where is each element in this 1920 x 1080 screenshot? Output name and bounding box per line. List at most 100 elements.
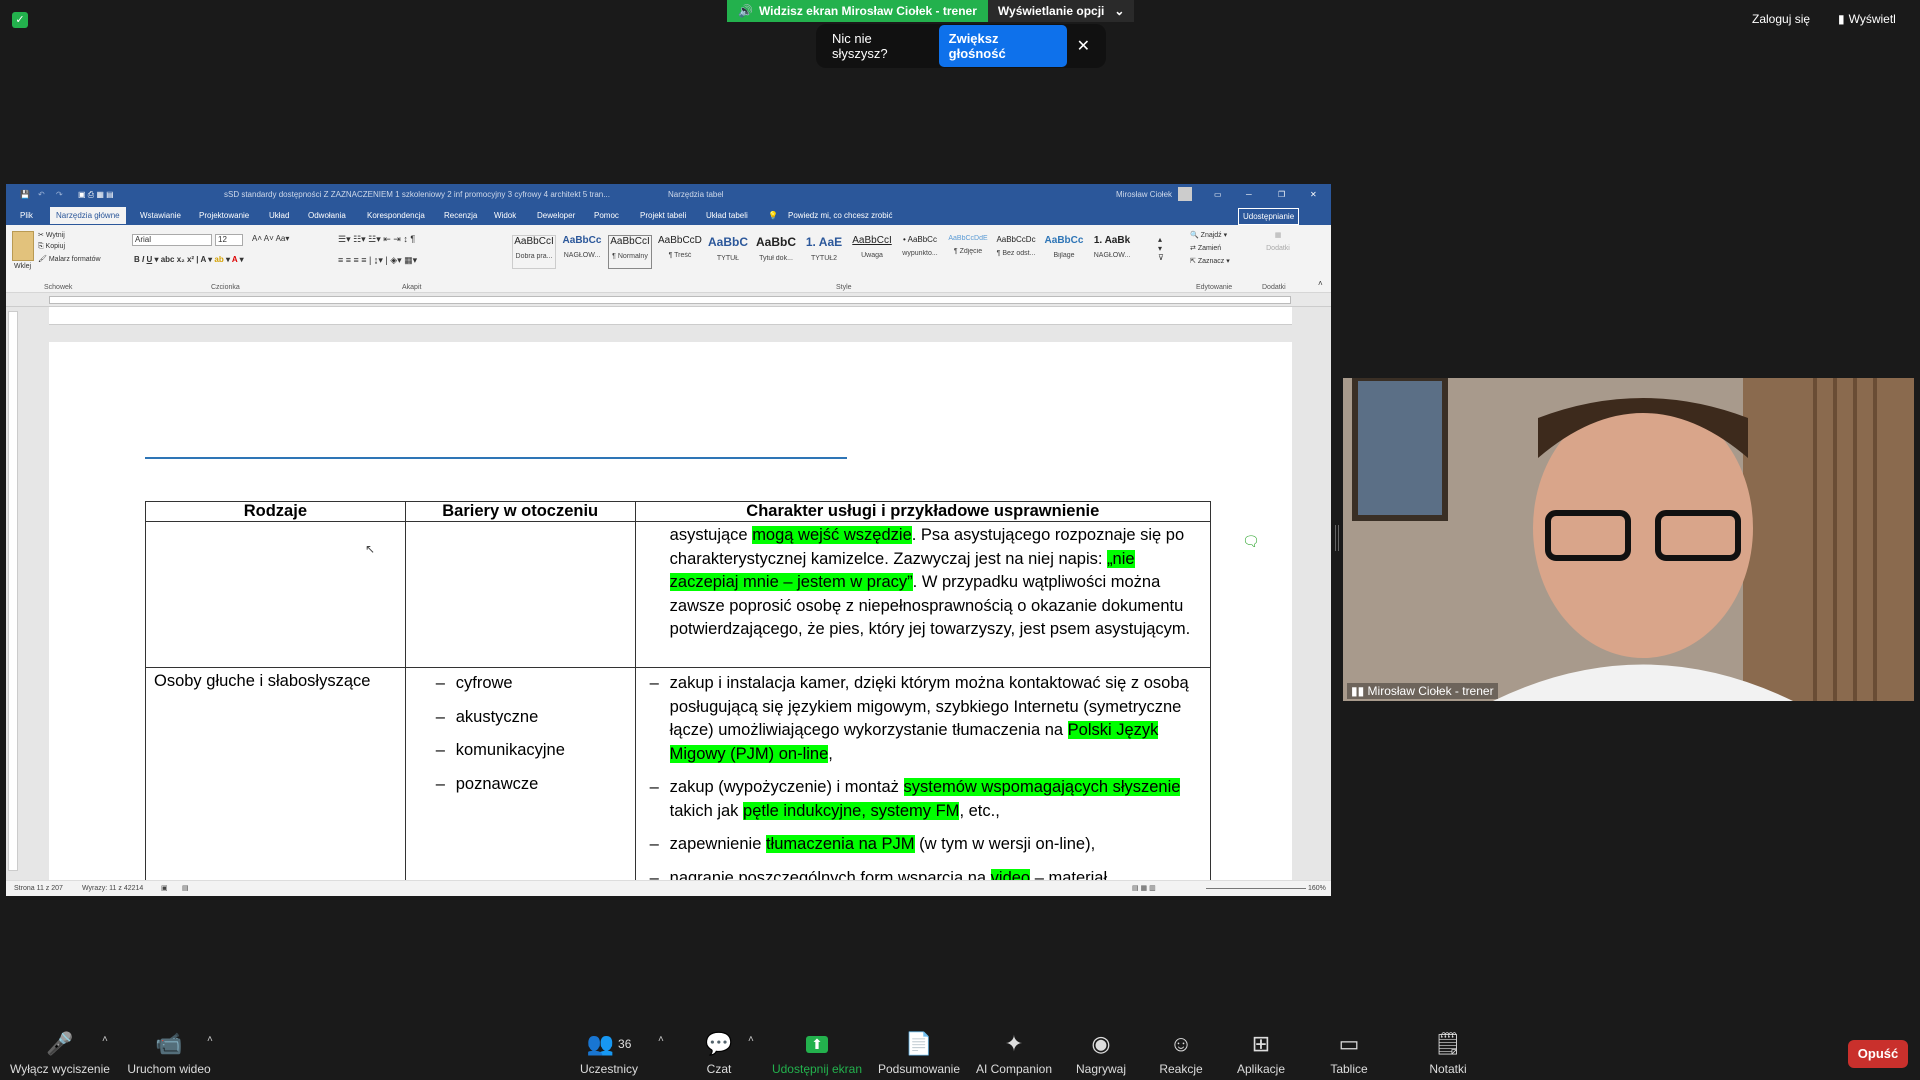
paste-icon[interactable]: [12, 231, 34, 261]
chat-chevron-icon[interactable]: ˄: [748, 1034, 754, 1045]
ribbon-display-icon[interactable]: ▭: [1214, 190, 1222, 199]
video-options-chevron-icon[interactable]: ˄: [207, 1034, 213, 1045]
tab-layout[interactable]: Układ: [269, 211, 289, 220]
participants-button[interactable]: 👥 36 Uczestnicy: [554, 1030, 664, 1076]
tab-references[interactable]: Odwołania: [308, 211, 346, 220]
cell-paragraph: asystujące mogą wejść wszędzie. Psa asys…: [669, 526, 1191, 638]
login-button[interactable]: Zaloguj się: [1752, 12, 1810, 26]
style-item[interactable]: AaBbCcI ¶ Normalny: [608, 235, 652, 269]
quick-access-icons[interactable]: ▣ ⎙ ▦ ▤: [78, 190, 114, 200]
cut-button[interactable]: ✂ Wytnij: [38, 231, 65, 239]
video-frame: [1343, 378, 1914, 701]
table-cell[interactable]: Osoby głuche i słabosłyszące: [145, 667, 406, 893]
security-shield-icon[interactable]: ✓: [12, 12, 28, 28]
table-cell[interactable]: asystujące mogą wejść wszędzie. Psa asys…: [634, 521, 1212, 668]
font-format-buttons[interactable]: B I U ▾ abc x₂ x² | A ▾ ab ▾ A ▾: [134, 255, 244, 264]
style-item[interactable]: AaBbCc Bijlage: [1042, 235, 1086, 269]
previous-page-bottom: [49, 307, 1292, 325]
addins-group-label: Dodatki: [1262, 284, 1286, 291]
paste-label[interactable]: Wklej: [14, 263, 31, 270]
style-item[interactable]: 1. AaBk NAGŁÓW...: [1090, 235, 1134, 269]
share-ribbon-button[interactable]: Udostępnianie: [1238, 208, 1300, 225]
undo-icon[interactable]: ↶: [38, 190, 45, 199]
redo-icon[interactable]: ↷: [56, 190, 63, 199]
increase-volume-button[interactable]: Zwiększ głośność: [938, 25, 1067, 67]
close-window-icon[interactable]: ✕: [1310, 190, 1317, 199]
table-cell[interactable]: zakup i instalacja kamer, dzięki którym …: [634, 667, 1212, 893]
tab-file[interactable]: Plik: [20, 211, 33, 220]
view-mode-icons[interactable]: ▤ ▦ ▥: [1132, 884, 1156, 892]
tab-help[interactable]: Pomoc: [594, 211, 619, 220]
table-cell[interactable]: cyfrowe akustyczne komunikacyjne poznawc…: [404, 667, 636, 893]
style-item[interactable]: AaBbCc NAGŁÓW...: [560, 235, 604, 269]
style-item[interactable]: AaBbCcDdE ¶ Zdjęcie: [946, 235, 990, 269]
chat-button[interactable]: 💬 Czat: [664, 1030, 774, 1076]
addins-button[interactable]: ▦ Dodatki: [1258, 231, 1298, 252]
collapse-ribbon-icon[interactable]: ˄: [1318, 279, 1323, 288]
close-icon[interactable]: ✕: [1077, 36, 1090, 56]
view-options-button[interactable]: Wyświetlanie opcji ⌄: [987, 0, 1135, 22]
style-item[interactable]: 1. AaE TYTUŁ2: [802, 235, 846, 269]
document-page: Rodzaje Bariery w otoczeniu Charakter us…: [49, 342, 1292, 893]
comment-icon[interactable]: 🗨: [1242, 533, 1260, 550]
tell-me-input[interactable]: Powiedz mi, co chcesz zrobić: [788, 211, 892, 220]
chevron-down-icon: ⌄: [1114, 4, 1125, 18]
tab-review[interactable]: Recenzja: [444, 211, 477, 220]
style-item[interactable]: • AaBbCc wypunkto...: [898, 235, 942, 269]
leave-button[interactable]: Opuść: [1848, 1040, 1908, 1068]
style-item[interactable]: AaBbC TYTUŁ: [706, 235, 750, 269]
paragraph-group-label: Akapit: [402, 284, 422, 291]
participants-chevron-icon[interactable]: ˄: [658, 1034, 664, 1045]
accessibility-icon[interactable]: ▤: [182, 884, 189, 892]
panel-splitter-handle[interactable]: [1335, 525, 1339, 551]
table-cell[interactable]: [404, 521, 636, 668]
tab-developer[interactable]: Deweloper: [537, 211, 575, 220]
whiteboards-button[interactable]: ▭ Tablice: [1294, 1030, 1404, 1076]
align-buttons[interactable]: ≡ ≡ ≡ ≡ | ↨▾ | ◈▾ ▦▾: [338, 255, 417, 266]
style-item[interactable]: AaBbCcDi ¶ Treść: [658, 235, 702, 269]
horizontal-ruler[interactable]: [6, 293, 1331, 307]
list-buttons[interactable]: ☰▾ ☷▾ ☳▾ ⇤ ⇥ ↕ ¶: [338, 234, 415, 245]
font-size-select[interactable]: 12: [215, 234, 243, 246]
list-item: zakup (wypożyczenie) i montaż systemów w…: [644, 776, 1202, 823]
unmute-button[interactable]: 🎤 Wyłącz wyciszenie: [5, 1030, 115, 1076]
minimize-icon[interactable]: ─: [1246, 190, 1252, 199]
style-item[interactable]: AaBbC Tytuł dok...: [754, 235, 798, 269]
tab-table-design[interactable]: Projekt tabeli: [640, 211, 686, 220]
style-item[interactable]: AaBbCcDc ¶ Bez odst...: [994, 235, 1038, 269]
restore-icon[interactable]: ❐: [1278, 190, 1285, 199]
font-name-select[interactable]: Arial: [132, 234, 212, 246]
tab-insert[interactable]: Wstawianie: [140, 211, 181, 220]
find-button[interactable]: 🔍 Znajdź ▾: [1190, 231, 1227, 239]
tab-home[interactable]: Narzędzia główne: [50, 207, 126, 224]
share-screen-button[interactable]: ⬆ Udostępnij ekran: [762, 1030, 872, 1076]
table-header-row: Rodzaje Bariery w otoczeniu Charakter us…: [145, 501, 1212, 522]
save-icon[interactable]: 💾: [20, 190, 30, 199]
list-item: poznawcze: [430, 773, 627, 797]
view-button[interactable]: ▮ Wyświetl: [1838, 12, 1896, 26]
font-grow-shrink-icons[interactable]: A˄ A˅ Aa▾: [252, 234, 289, 243]
styles-more-icon[interactable]: ▴ ▾ ⊽: [1158, 235, 1164, 262]
select-button[interactable]: ⇱ Zaznacz ▾: [1190, 257, 1230, 265]
tab-mailings[interactable]: Korespondencja: [367, 211, 425, 220]
tab-view[interactable]: Widok: [494, 211, 516, 220]
video-tile[interactable]: ▮▮ Mirosław Ciołek - trener: [1343, 378, 1914, 701]
page-count[interactable]: Strona 11 z 207: [14, 885, 63, 892]
list-item: akustyczne: [430, 706, 627, 730]
notes-button[interactable]: 🗒 Notatki: [1393, 1030, 1503, 1076]
word-count[interactable]: Wyrazy: 11 z 42214: [82, 885, 143, 892]
zoom-slider[interactable]: [1206, 888, 1306, 889]
tab-design[interactable]: Projektowanie: [199, 211, 249, 220]
style-item[interactable]: AaBbCcI Uwaga: [850, 235, 894, 269]
summary-button[interactable]: 📄 Podsumowanie: [864, 1030, 974, 1076]
proofing-icon[interactable]: ▣: [161, 884, 168, 892]
replace-button[interactable]: ⇄ Zamień: [1190, 244, 1221, 252]
style-item[interactable]: AaBbCcI Dobra pra...: [512, 235, 556, 269]
audio-options-chevron-icon[interactable]: ˄: [102, 1034, 108, 1045]
tab-table-layout[interactable]: Układ tabeli: [706, 211, 748, 220]
format-painter-button[interactable]: 🖌 Malarz formatów: [38, 255, 101, 263]
copy-button[interactable]: ⎘ Kopiuj: [38, 243, 65, 251]
vertical-ruler[interactable]: [8, 311, 18, 871]
zoom-level[interactable]: 160%: [1308, 885, 1326, 892]
user-avatar[interactable]: [1178, 187, 1192, 201]
